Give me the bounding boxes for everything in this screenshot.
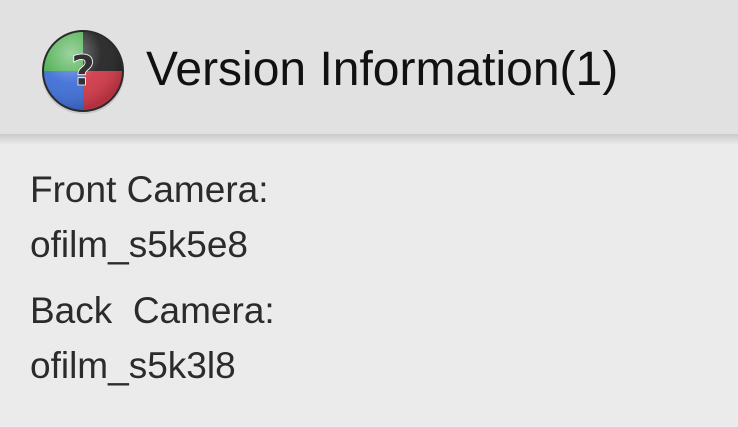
front-camera-info: Front Camera: ofilm_s5k5e8 — [30, 162, 710, 272]
page-title: Version Information(1) — [146, 43, 619, 96]
back-camera-value: ofilm_s5k3l8 — [30, 345, 236, 386]
back-camera-info: Back Camera: ofilm_s5k3l8 — [30, 283, 710, 393]
front-camera-value: ofilm_s5k5e8 — [30, 224, 249, 265]
header-divider — [0, 134, 738, 145]
front-camera-label: Front Camera: — [30, 169, 269, 210]
back-camera-label: Back Camera: — [30, 290, 275, 331]
version-info-list: Front Camera: ofilm_s5k5e8 Back Camera: … — [30, 162, 710, 404]
svg-text:?: ? — [71, 46, 95, 95]
title-bar: ? Version Information(1) — [0, 0, 738, 134]
help-question-icon: ? — [38, 28, 128, 114]
